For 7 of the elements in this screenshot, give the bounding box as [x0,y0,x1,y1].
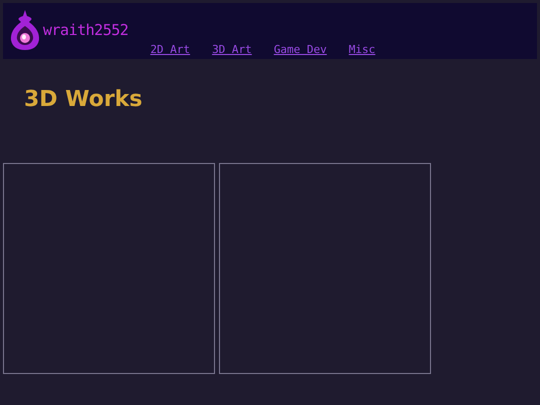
site-logo-text: wraith2552 [43,21,128,39]
nav-link[interactable]: Misc [348,43,376,56]
nav-link[interactable]: Game Dev [274,43,327,56]
potion-bottle-icon [9,8,41,52]
nav-link[interactable]: 3D Art [212,43,252,56]
page-title: 3D Works [24,87,144,113]
nav-link[interactable]: 2D Art [150,43,190,56]
